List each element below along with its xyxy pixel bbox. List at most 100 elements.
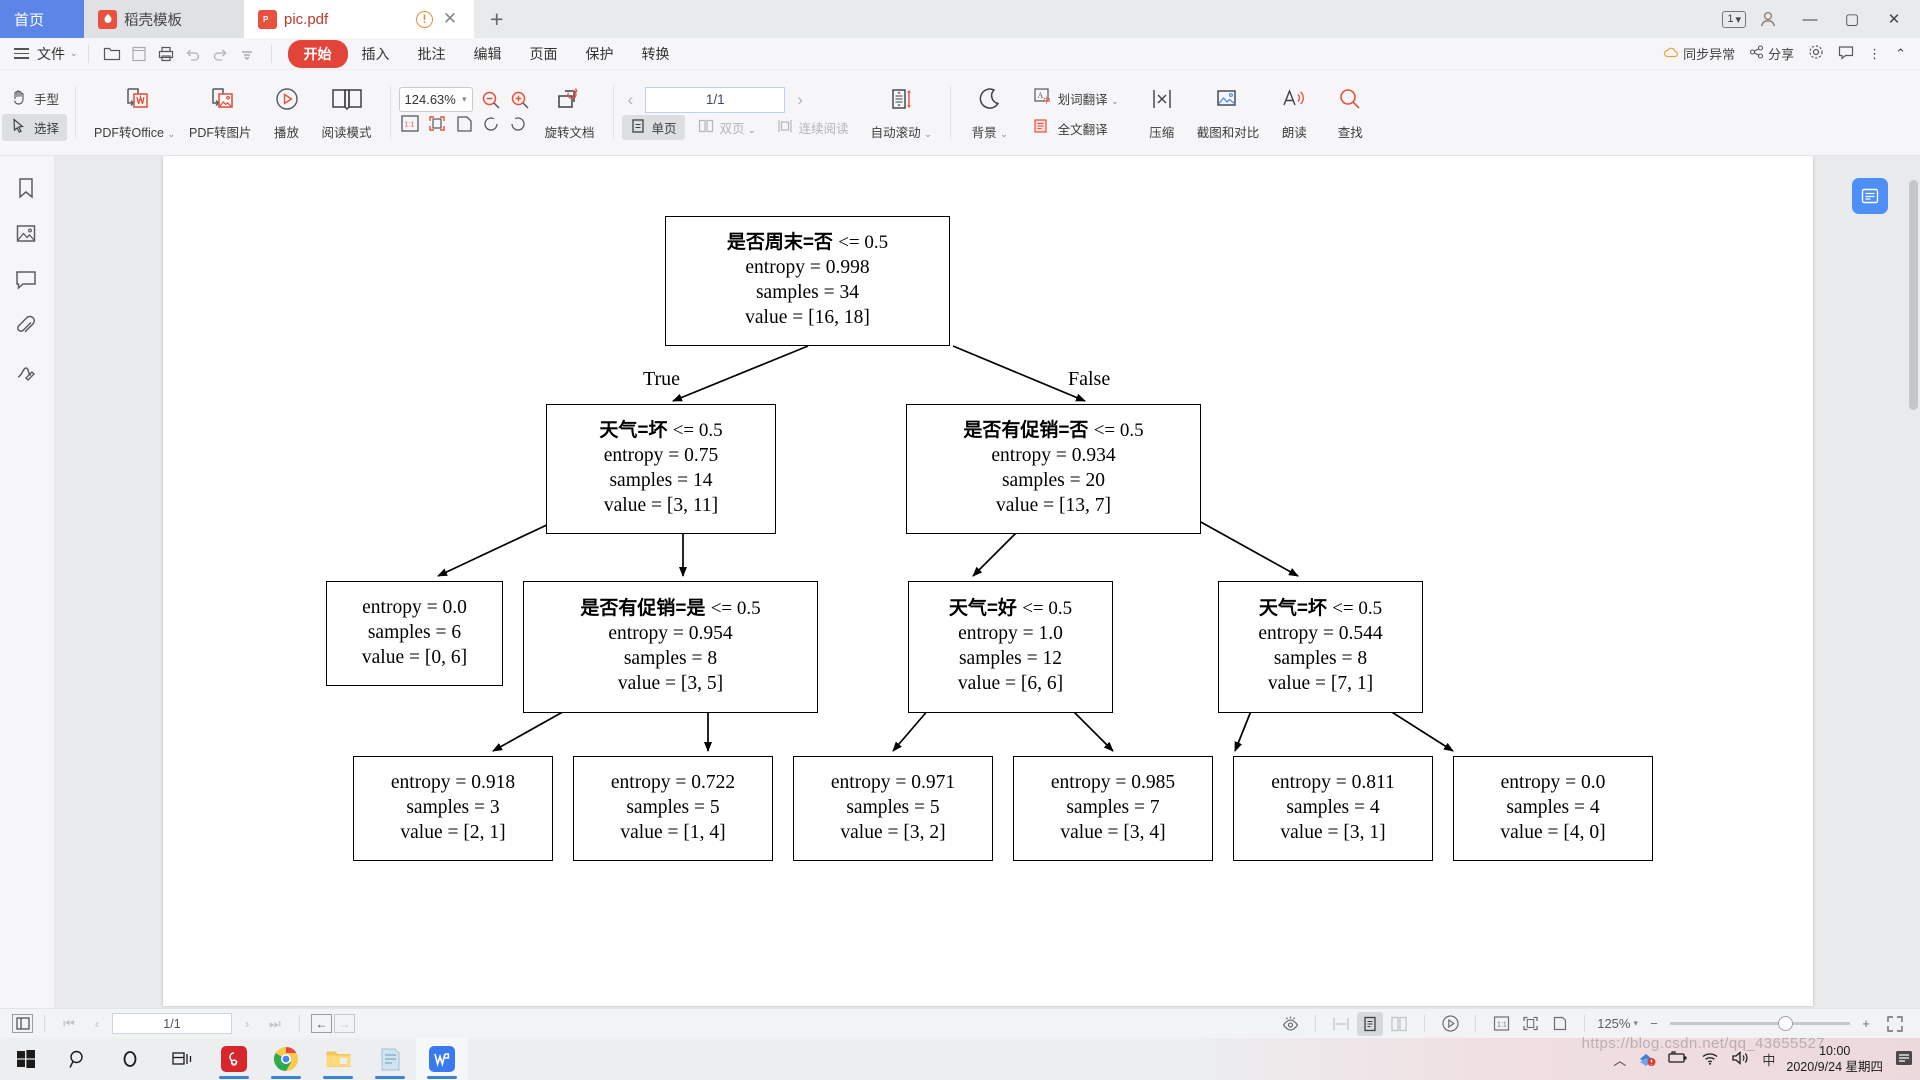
sync-status[interactable]: 同步异常 xyxy=(1663,44,1735,63)
view-single-icon[interactable] xyxy=(1328,1012,1354,1036)
hand-tool-button[interactable]: 手型 xyxy=(2,85,67,112)
feedback-button[interactable] xyxy=(1838,45,1854,63)
share-button[interactable]: 分享 xyxy=(1749,44,1794,63)
attachment-icon[interactable] xyxy=(14,314,40,340)
notepad-taskbar-icon[interactable] xyxy=(364,1038,416,1080)
ime-indicator[interactable]: 中 xyxy=(1762,1050,1775,1069)
maximize-button[interactable]: ▢ xyxy=(1832,0,1872,38)
print-icon[interactable] xyxy=(153,41,180,67)
zoom-chevron-icon[interactable]: ▾ xyxy=(1633,1018,1638,1029)
zoom-out-button[interactable]: − xyxy=(1641,1012,1667,1036)
task-view-icon[interactable] xyxy=(156,1038,208,1080)
more-button[interactable]: ⋮ xyxy=(1868,46,1881,62)
select-tool-button[interactable]: 选择 xyxy=(2,114,67,141)
tab-insert[interactable]: 插入 xyxy=(348,40,404,68)
wps-taskbar-icon[interactable] xyxy=(416,1038,468,1080)
back-arrow-icon[interactable]: ← xyxy=(311,1014,332,1033)
signature-icon[interactable] xyxy=(14,360,40,386)
windows-start-icon[interactable] xyxy=(0,1038,52,1080)
user-avatar[interactable] xyxy=(1748,0,1788,38)
notification-icon[interactable] xyxy=(1894,1049,1914,1070)
last-page-icon[interactable]: ⏭ xyxy=(262,1012,288,1036)
minimize-button[interactable]: — xyxy=(1790,0,1830,38)
page-number-input[interactable]: 1/1 xyxy=(645,87,785,113)
single-page-button[interactable]: 单页 xyxy=(622,115,685,140)
prev-page-icon[interactable]: ‹ xyxy=(84,1012,110,1036)
wifi-icon[interactable] xyxy=(1700,1050,1720,1069)
battery-icon[interactable] xyxy=(1667,1050,1689,1068)
cloud-sync-icon[interactable] xyxy=(1637,1049,1656,1070)
vertical-scrollbar[interactable] xyxy=(1909,180,1918,410)
auto-scroll-button[interactable]: 自动滚动 ⌄ xyxy=(864,83,939,144)
rotate-document-button[interactable]: 旋转文档 xyxy=(538,83,602,144)
fit-width-icon[interactable] xyxy=(453,114,475,139)
bookmark-icon[interactable] xyxy=(14,176,40,202)
next-page-button[interactable]: › xyxy=(791,90,809,110)
fit-page-icon[interactable] xyxy=(1517,1012,1543,1036)
double-page-button[interactable]: 双页 ⌄ xyxy=(690,115,764,140)
new-doc-icon[interactable] xyxy=(126,41,153,67)
zoom-slider[interactable] xyxy=(1670,1022,1850,1025)
tab-edit[interactable]: 编辑 xyxy=(460,40,516,68)
redo-icon[interactable] xyxy=(207,41,234,67)
template-tab[interactable]: 稻壳模板 xyxy=(84,0,244,38)
floating-assistant-button[interactable] xyxy=(1852,178,1888,214)
status-page-input[interactable]: 1/1 xyxy=(112,1013,232,1034)
file-menu-button[interactable]: 文件 ⌄ xyxy=(37,44,78,64)
customize-toolbar-icon[interactable] xyxy=(234,41,261,67)
actual-size-icon[interactable]: 1:1 xyxy=(1488,1012,1514,1036)
continuous-scroll-button[interactable]: 连续阅读 xyxy=(769,115,857,140)
tab-convert[interactable]: 转换 xyxy=(628,40,684,68)
pdf-to-office-button[interactable]: PDF转Office ⌄ xyxy=(87,83,182,144)
volume-icon[interactable] xyxy=(1731,1050,1751,1069)
thumbnail-icon[interactable] xyxy=(14,222,40,248)
find-button[interactable]: 查找 xyxy=(1322,83,1378,144)
view-page-icon[interactable] xyxy=(1357,1012,1383,1036)
compress-button[interactable]: 压缩 xyxy=(1134,83,1190,144)
pdf-to-image-button[interactable]: PDF转图片 xyxy=(182,83,259,144)
fit-page-icon[interactable] xyxy=(426,114,448,139)
fullscreen-icon[interactable] xyxy=(1882,1012,1908,1036)
zoom-in-icon[interactable] xyxy=(509,89,531,111)
file-explorer-taskbar-icon[interactable] xyxy=(312,1038,364,1080)
rotate-left-icon[interactable] xyxy=(480,114,502,139)
new-tab-button[interactable]: + xyxy=(474,0,519,38)
first-page-icon[interactable]: ⏮ xyxy=(56,1012,82,1036)
screenshot-compare-button[interactable]: 截图和对比 xyxy=(1190,83,1267,144)
tab-start[interactable]: 开始 xyxy=(288,40,348,68)
forward-arrow-icon[interactable]: → xyxy=(334,1014,355,1033)
taskbar-clock[interactable]: 10:00 2020/9/24 星期四 xyxy=(1786,1043,1883,1076)
eye-protection-icon[interactable] xyxy=(1277,1012,1303,1036)
collapse-ribbon-button[interactable]: ⌃ xyxy=(1895,46,1906,62)
tab-count-badge[interactable]: 1 ▾ xyxy=(1722,11,1746,28)
rotate-right-icon[interactable] xyxy=(507,114,529,139)
play-icon[interactable] xyxy=(1437,1012,1463,1036)
reading-mode-button[interactable]: 阅读模式 xyxy=(315,83,379,144)
main-menu-icon[interactable] xyxy=(14,48,29,59)
search-icon[interactable] xyxy=(52,1038,104,1080)
zoom-level-input[interactable]: 124.63% ▾ xyxy=(399,87,473,112)
tab-page[interactable]: 页面 xyxy=(516,40,572,68)
panel-toggle-icon[interactable] xyxy=(12,1014,33,1033)
chrome-taskbar-icon[interactable] xyxy=(260,1038,312,1080)
actual-size-icon[interactable]: 1:1 xyxy=(399,114,421,139)
view-double-icon[interactable] xyxy=(1386,1012,1412,1036)
document-tab[interactable]: P pic.pdf ! ✕ xyxy=(244,0,474,38)
netease-music-taskbar-icon[interactable] xyxy=(208,1038,260,1080)
tab-annotate[interactable]: 批注 xyxy=(404,40,460,68)
read-aloud-button[interactable]: 朗读 xyxy=(1266,83,1322,144)
background-button[interactable]: 背景 ⌄ xyxy=(962,83,1018,144)
undo-icon[interactable] xyxy=(180,41,207,67)
close-window-button[interactable]: ✕ xyxy=(1874,0,1914,38)
tab-protect[interactable]: 保护 xyxy=(572,40,628,68)
word-translate-button[interactable]: A中 划词翻译 ⌄ xyxy=(1025,84,1127,112)
fit-width-icon[interactable] xyxy=(1546,1012,1572,1036)
play-button[interactable]: 播放 xyxy=(259,83,315,144)
open-folder-icon[interactable] xyxy=(99,41,126,67)
warning-icon[interactable]: ! xyxy=(416,11,433,28)
comment-icon[interactable] xyxy=(14,268,40,294)
zoom-slider-knob[interactable] xyxy=(1778,1016,1793,1031)
close-tab-icon[interactable]: ✕ xyxy=(440,9,460,29)
zoom-out-icon[interactable] xyxy=(480,89,502,111)
settings-button[interactable] xyxy=(1808,44,1824,63)
